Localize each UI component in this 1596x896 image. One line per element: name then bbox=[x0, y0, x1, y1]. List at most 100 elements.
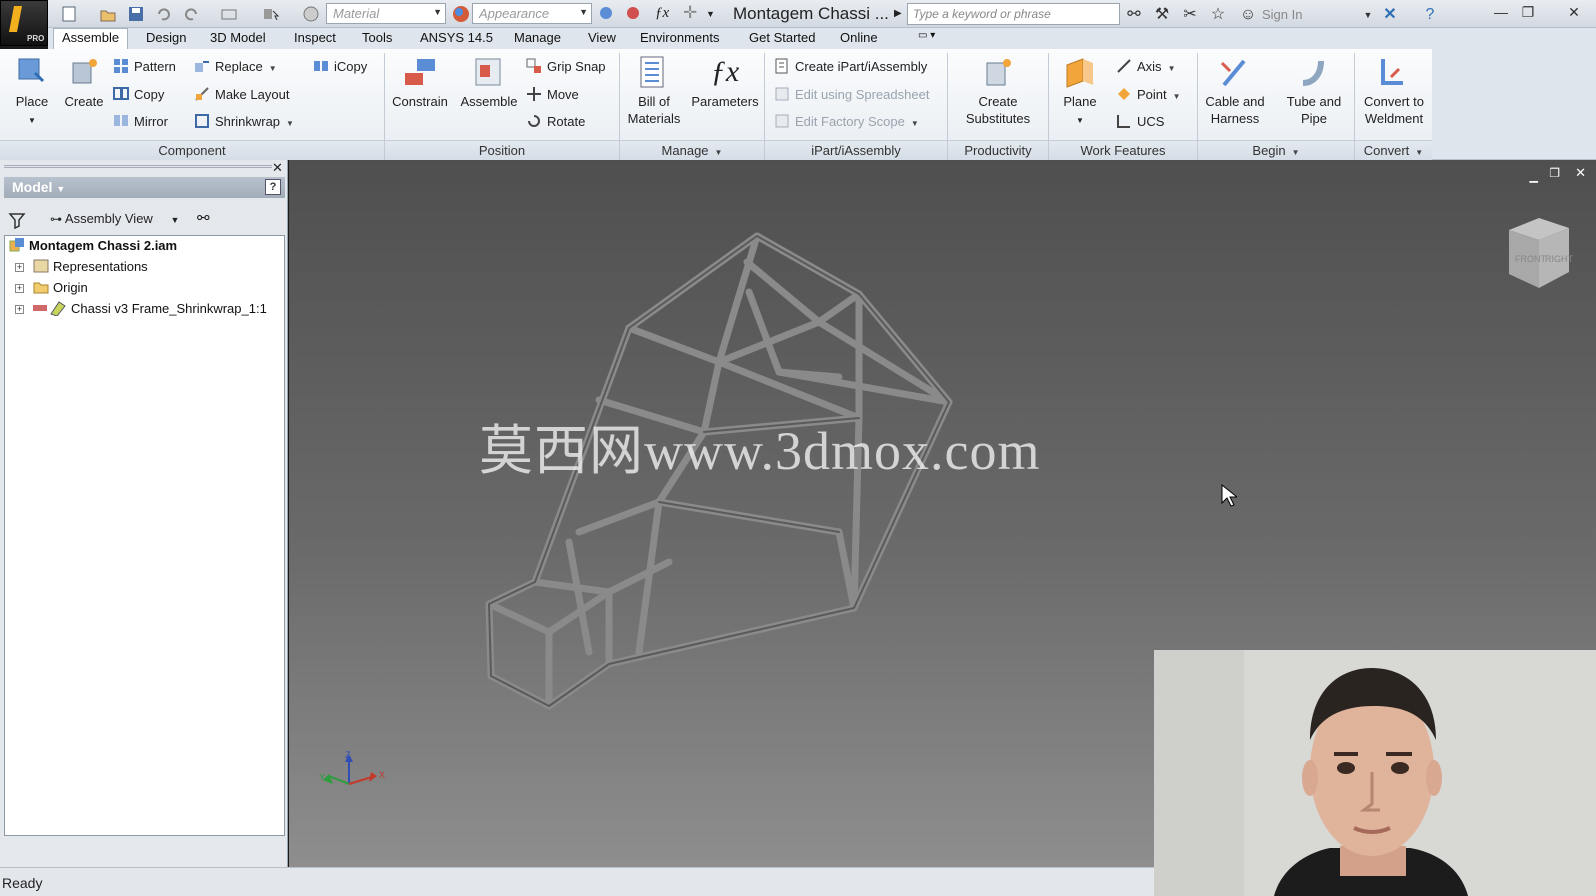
undo-icon[interactable] bbox=[155, 5, 173, 23]
exchange-icon[interactable]: ✕ bbox=[1380, 5, 1400, 25]
move-button[interactable]: Move bbox=[526, 85, 579, 105]
measure-icon[interactable]: ✛ bbox=[683, 4, 701, 23]
clear-appearance-icon[interactable] bbox=[625, 5, 643, 23]
replace-button[interactable]: Replace ▼ bbox=[194, 57, 277, 77]
favorites-star-icon[interactable]: ☆ bbox=[1208, 5, 1228, 25]
panel-convert-label[interactable]: Convert ▼ bbox=[1355, 140, 1432, 160]
tree-root-assembly[interactable]: Montagem Chassi 2.iam bbox=[9, 236, 177, 256]
ribbon-minimize-icon[interactable]: ▭ ▾ bbox=[918, 30, 935, 41]
user-icon[interactable]: ☺ bbox=[1238, 5, 1258, 25]
new-file-icon[interactable] bbox=[60, 5, 78, 23]
panel-begin-label[interactable]: Begin ▼ bbox=[1198, 140, 1354, 160]
minimize-button[interactable]: — bbox=[1488, 2, 1514, 22]
mirror-label: Mirror bbox=[134, 114, 168, 129]
tree-item-origin[interactable]: + Origin bbox=[9, 278, 88, 298]
parameters-button[interactable]: ƒx Parameters bbox=[688, 55, 762, 110]
create-substitutes-button[interactable]: Create Substitutes bbox=[952, 55, 1044, 127]
tab-inspect[interactable]: Inspect bbox=[294, 30, 336, 45]
tree-item-representations[interactable]: + Representations bbox=[9, 257, 148, 277]
create-component-button[interactable]: Create bbox=[60, 55, 108, 110]
viewport-close-icon[interactable]: ✕ bbox=[1575, 165, 1586, 181]
expand-icon[interactable]: + bbox=[15, 305, 24, 314]
select-icon[interactable] bbox=[262, 5, 280, 23]
expand-icon[interactable]: + bbox=[15, 263, 24, 272]
sign-in-dropdown-icon[interactable]: ▼ bbox=[1358, 5, 1378, 25]
redo-icon[interactable] bbox=[182, 5, 200, 23]
tab-3d-model[interactable]: 3D Model bbox=[210, 30, 266, 45]
create-ipart-button[interactable]: Create iPart/iAssembly bbox=[774, 57, 927, 77]
rotate-button[interactable]: Rotate bbox=[526, 112, 585, 132]
filter-icon[interactable] bbox=[8, 211, 26, 229]
make-layout-button[interactable]: Make Layout bbox=[194, 85, 289, 105]
parameters-fx-icon[interactable]: ƒx bbox=[655, 5, 673, 23]
axis-button[interactable]: Axis ▼ bbox=[1116, 57, 1175, 77]
appearance-select[interactable]: Appearance ▼ bbox=[472, 3, 592, 24]
open-folder-icon[interactable] bbox=[99, 5, 117, 23]
tab-online[interactable]: Online bbox=[840, 30, 878, 45]
icopy-button[interactable]: iCopy bbox=[313, 57, 367, 77]
pattern-button[interactable]: Pattern bbox=[113, 57, 176, 77]
edit-factory-scope-button[interactable]: Edit Factory Scope ▼ bbox=[774, 112, 919, 132]
inventor-logo[interactable]: PRO bbox=[0, 0, 48, 46]
ucs-button[interactable]: UCS bbox=[1116, 112, 1164, 132]
material-placeholder: Material bbox=[333, 6, 380, 21]
point-button[interactable]: Point ▼ bbox=[1116, 85, 1181, 105]
help-icon[interactable]: ? bbox=[265, 179, 281, 195]
save-icon[interactable] bbox=[127, 5, 145, 23]
shrinkwrap-button[interactable]: Shrinkwrap ▼ bbox=[194, 112, 294, 132]
convert-to-weldment-button[interactable]: Convert to Weldment bbox=[1356, 55, 1432, 127]
tab-design[interactable]: Design bbox=[146, 30, 186, 45]
viewport-restore-icon[interactable]: ❐ bbox=[1549, 166, 1560, 180]
close-icon[interactable]: ✕ bbox=[272, 160, 283, 176]
ucs-label: UCS bbox=[1137, 114, 1165, 129]
qat-customize-icon[interactable]: ▼ bbox=[706, 5, 724, 23]
binoculars-icon[interactable]: ⚯ bbox=[1124, 5, 1144, 25]
update-icon[interactable] bbox=[302, 5, 320, 23]
cable-harness-button[interactable]: Cable and Harness bbox=[1200, 55, 1270, 127]
panel-ipart-label: iPart/iAssembly bbox=[765, 140, 947, 160]
tab-view[interactable]: View bbox=[588, 30, 616, 45]
panel-manage-label[interactable]: Manage ▼ bbox=[620, 140, 764, 160]
appearance-sphere-icon bbox=[452, 5, 470, 23]
browser-header[interactable]: Model ▼ ? bbox=[4, 177, 285, 198]
help-search-input[interactable]: Type a keyword or phrase bbox=[907, 3, 1120, 25]
mirror-button[interactable]: Mirror bbox=[113, 112, 168, 132]
point-label: Point bbox=[1137, 87, 1167, 102]
tab-manage[interactable]: Manage bbox=[514, 30, 561, 45]
help-icon[interactable]: ? bbox=[1420, 5, 1440, 25]
viewcube[interactable]: FRONT RIGHT bbox=[1499, 212, 1579, 292]
pattern-icon bbox=[113, 58, 129, 74]
subscription-icon[interactable]: ⚒ bbox=[1152, 5, 1172, 25]
tab-environments[interactable]: Environments bbox=[640, 30, 719, 45]
bill-of-materials-button[interactable]: Bill of Materials bbox=[622, 55, 686, 127]
edit-spreadsheet-button[interactable]: Edit using Spreadsheet bbox=[774, 85, 929, 105]
close-button[interactable]: ✕ bbox=[1561, 2, 1587, 22]
place-button[interactable]: Place ▼ bbox=[8, 55, 56, 129]
communication-center-icon[interactable]: ✂ bbox=[1180, 5, 1200, 25]
return-icon[interactable] bbox=[220, 5, 238, 23]
assemble-button[interactable]: Assemble bbox=[455, 55, 523, 110]
move-label: Move bbox=[547, 87, 579, 102]
grip-snap-button[interactable]: Grip Snap bbox=[526, 57, 606, 77]
restore-button[interactable]: ❐ bbox=[1515, 2, 1541, 22]
webcam-overlay bbox=[1154, 650, 1596, 896]
tree-item-shrinkwrap[interactable]: + Chassi v3 Frame_Shrinkwrap_1:1 bbox=[9, 299, 267, 319]
tab-assemble[interactable]: Assemble bbox=[53, 28, 129, 49]
viewport-minimize-icon[interactable]: ▁ bbox=[1530, 170, 1538, 183]
tab-get-started[interactable]: Get Started bbox=[749, 30, 815, 45]
plane-button[interactable]: Plane ▼ bbox=[1054, 55, 1106, 129]
find-binoculars-icon[interactable]: ⚯ bbox=[197, 209, 210, 227]
constrain-button[interactable]: Constrain bbox=[388, 55, 452, 110]
copy-button[interactable]: Copy bbox=[113, 85, 164, 105]
browser-grip[interactable] bbox=[4, 165, 272, 168]
material-select[interactable]: Material ▼ bbox=[326, 3, 446, 24]
tube-pipe-button[interactable]: Tube and Pipe bbox=[1280, 55, 1348, 127]
constrain-label: Constrain bbox=[392, 94, 448, 109]
sign-in-link[interactable]: Sign In bbox=[1262, 7, 1302, 22]
adjust-icon[interactable] bbox=[598, 5, 616, 23]
assembly-view-select[interactable]: ⊶ Assembly View ▼ bbox=[50, 211, 179, 226]
mirror-icon bbox=[113, 113, 129, 129]
expand-icon[interactable]: + bbox=[15, 284, 24, 293]
tab-tools[interactable]: Tools bbox=[362, 30, 392, 45]
tab-ansys[interactable]: ANSYS 14.5 bbox=[420, 30, 493, 45]
